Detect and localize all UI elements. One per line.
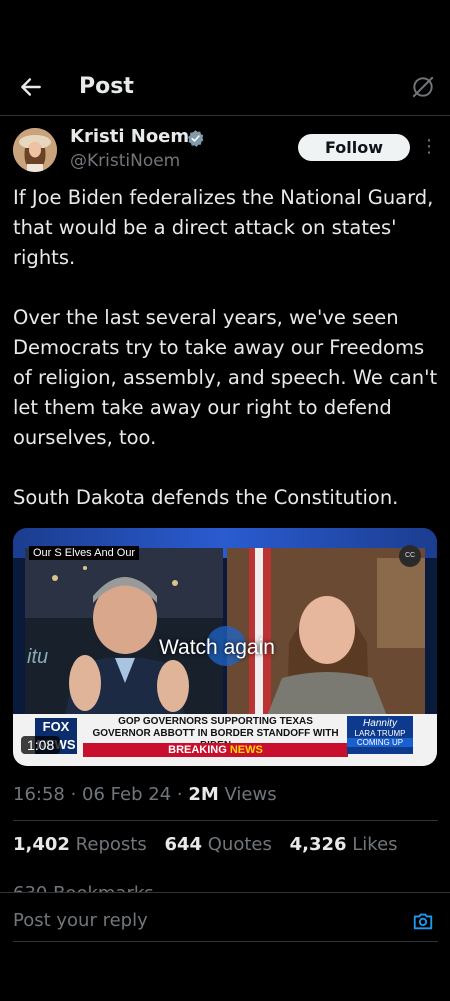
more-options-icon[interactable]: ⋮	[420, 136, 438, 158]
video-duration: 1:08	[21, 736, 61, 754]
divider	[13, 941, 438, 942]
breaking-news-banner: BREAKING NEWS	[83, 743, 348, 757]
show-promo: Hannity LARA TRUMP COMING UP	[347, 716, 413, 754]
post-text: If Joe Biden federalizes the National Gu…	[13, 183, 438, 513]
verified-badge-icon	[188, 130, 204, 147]
follow-button[interactable]: Follow	[298, 134, 410, 161]
page-title: Post	[79, 74, 134, 99]
svg-text:itu: itu	[27, 646, 48, 668]
reposts-stat[interactable]: 1,402 Reposts	[13, 834, 147, 855]
author-handle[interactable]: @KristiNoem	[70, 151, 180, 171]
video-left-panel: itu	[25, 548, 223, 716]
post-paragraph: Over the last several years, we've seen …	[13, 306, 438, 449]
avatar[interactable]	[13, 128, 57, 172]
video-title-tag: Our S Elves And Our	[29, 546, 140, 560]
reply-input[interactable]: Post your reply	[13, 910, 148, 931]
grok-icon[interactable]	[410, 74, 436, 100]
captions-button[interactable]: CC	[399, 545, 421, 567]
post-paragraph: If Joe Biden federalizes the National Gu…	[13, 186, 434, 269]
post-meta: 16:58 · 06 Feb 24 · 2M Views	[13, 784, 277, 805]
post-paragraph: South Dakota defends the Constitution.	[13, 486, 399, 509]
camera-icon[interactable]	[412, 910, 434, 932]
back-arrow-icon[interactable]	[18, 74, 44, 100]
watch-again-label[interactable]: Watch again	[159, 636, 275, 660]
top-bar: Post	[0, 60, 450, 116]
quotes-stat[interactable]: 644 Quotes	[164, 834, 271, 855]
video-player[interactable]: itu Our S Elves And Our CC Watch again F…	[13, 528, 437, 766]
engagement-stats: 1,402 Reposts 644 Quotes 4,326 Likes	[13, 834, 398, 855]
likes-stat[interactable]: 4,326 Likes	[290, 834, 398, 855]
divider	[13, 820, 438, 821]
video-right-panel	[227, 548, 425, 716]
reply-bar: Post your reply	[0, 892, 450, 1001]
author-name[interactable]: Kristi Noem	[70, 126, 189, 147]
